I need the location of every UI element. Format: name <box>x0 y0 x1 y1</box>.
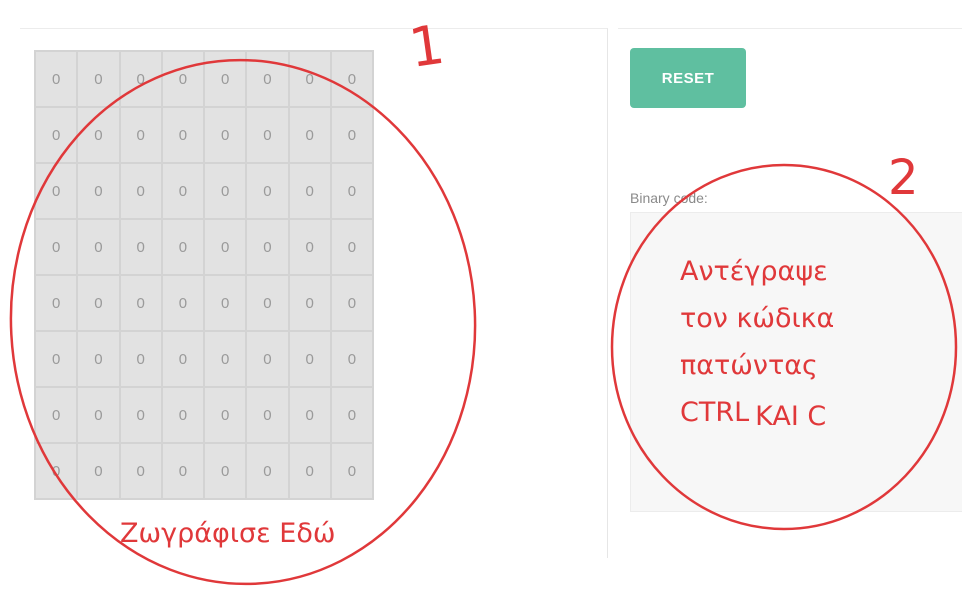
pixel-cell[interactable]: 0 <box>120 332 161 386</box>
pixel-cell[interactable]: 0 <box>36 164 77 218</box>
pixel-cell[interactable]: 0 <box>78 332 119 386</box>
pixel-cell[interactable]: 0 <box>205 276 246 330</box>
pixel-cell[interactable]: 0 <box>120 276 161 330</box>
pixel-cell[interactable]: 0 <box>331 444 372 498</box>
pixel-cell[interactable]: 0 <box>120 108 161 162</box>
pixel-cell[interactable]: 0 <box>162 276 203 330</box>
pixel-cell[interactable]: 0 <box>331 108 372 162</box>
pixel-cell[interactable]: 0 <box>78 220 119 274</box>
pixel-cell[interactable]: 0 <box>36 276 77 330</box>
pixel-cell[interactable]: 0 <box>78 388 119 442</box>
pixel-cell[interactable]: 0 <box>162 332 203 386</box>
pixel-cell[interactable]: 0 <box>331 164 372 218</box>
pixel-cell[interactable]: 0 <box>331 220 372 274</box>
pixel-cell[interactable]: 0 <box>289 276 330 330</box>
pixel-cell[interactable]: 0 <box>247 332 288 386</box>
pixel-cell[interactable]: 0 <box>36 220 77 274</box>
pixel-cell[interactable]: 0 <box>205 444 246 498</box>
pixel-cell[interactable]: 0 <box>120 388 161 442</box>
pixel-cell[interactable]: 0 <box>36 444 77 498</box>
pixel-cell[interactable]: 0 <box>331 332 372 386</box>
pixel-cell[interactable]: 0 <box>162 220 203 274</box>
pixel-cell[interactable]: 0 <box>78 164 119 218</box>
pixel-cell[interactable]: 0 <box>331 388 372 442</box>
pixel-cell[interactable]: 0 <box>247 388 288 442</box>
pixel-cell[interactable]: 0 <box>289 220 330 274</box>
pixel-cell[interactable]: 0 <box>205 52 246 106</box>
pixel-cell[interactable]: 0 <box>36 52 77 106</box>
pixel-cell[interactable]: 0 <box>162 164 203 218</box>
pixel-cell[interactable]: 0 <box>247 444 288 498</box>
pixel-cell[interactable]: 0 <box>36 388 77 442</box>
pixel-cell[interactable]: 0 <box>289 444 330 498</box>
pixel-cell[interactable]: 0 <box>289 332 330 386</box>
pixel-cell[interactable]: 0 <box>78 52 119 106</box>
pixel-cell[interactable]: 0 <box>36 108 77 162</box>
pixel-cell[interactable]: 0 <box>78 276 119 330</box>
pixel-cell[interactable]: 0 <box>289 108 330 162</box>
pixel-cell[interactable]: 0 <box>247 52 288 106</box>
pixel-cell[interactable]: 0 <box>205 332 246 386</box>
pixel-cell[interactable]: 0 <box>205 108 246 162</box>
pixel-cell[interactable]: 0 <box>36 332 77 386</box>
pixel-cell[interactable]: 0 <box>289 388 330 442</box>
reset-button[interactable]: RESET <box>630 48 746 108</box>
pixel-cell[interactable]: 0 <box>120 52 161 106</box>
pixel-cell[interactable]: 0 <box>331 52 372 106</box>
pixel-cell[interactable]: 0 <box>205 220 246 274</box>
pixel-cell[interactable]: 0 <box>162 388 203 442</box>
pixel-cell[interactable]: 0 <box>120 164 161 218</box>
pixel-cell[interactable]: 0 <box>162 108 203 162</box>
pixel-cell[interactable]: 0 <box>247 164 288 218</box>
pixel-cell[interactable]: 0 <box>120 220 161 274</box>
pixel-cell[interactable]: 0 <box>247 276 288 330</box>
pixel-cell[interactable]: 0 <box>205 164 246 218</box>
pixel-cell[interactable]: 0 <box>162 52 203 106</box>
pixel-cell[interactable]: 0 <box>331 276 372 330</box>
pixel-cell[interactable]: 0 <box>205 388 246 442</box>
pixel-cell[interactable]: 0 <box>289 164 330 218</box>
pixel-cell[interactable]: 0 <box>120 444 161 498</box>
pixel-cell[interactable]: 0 <box>289 52 330 106</box>
pixel-cell[interactable]: 0 <box>78 444 119 498</box>
binary-code-output[interactable] <box>630 212 962 512</box>
binary-code-label: Binary code: <box>630 190 708 206</box>
pixel-cell[interactable]: 0 <box>162 444 203 498</box>
pixel-cell[interactable]: 0 <box>78 108 119 162</box>
pixel-cell[interactable]: 0 <box>247 108 288 162</box>
pixel-cell[interactable]: 0 <box>247 220 288 274</box>
pixel-grid[interactable]: 0000000000000000000000000000000000000000… <box>34 50 374 500</box>
